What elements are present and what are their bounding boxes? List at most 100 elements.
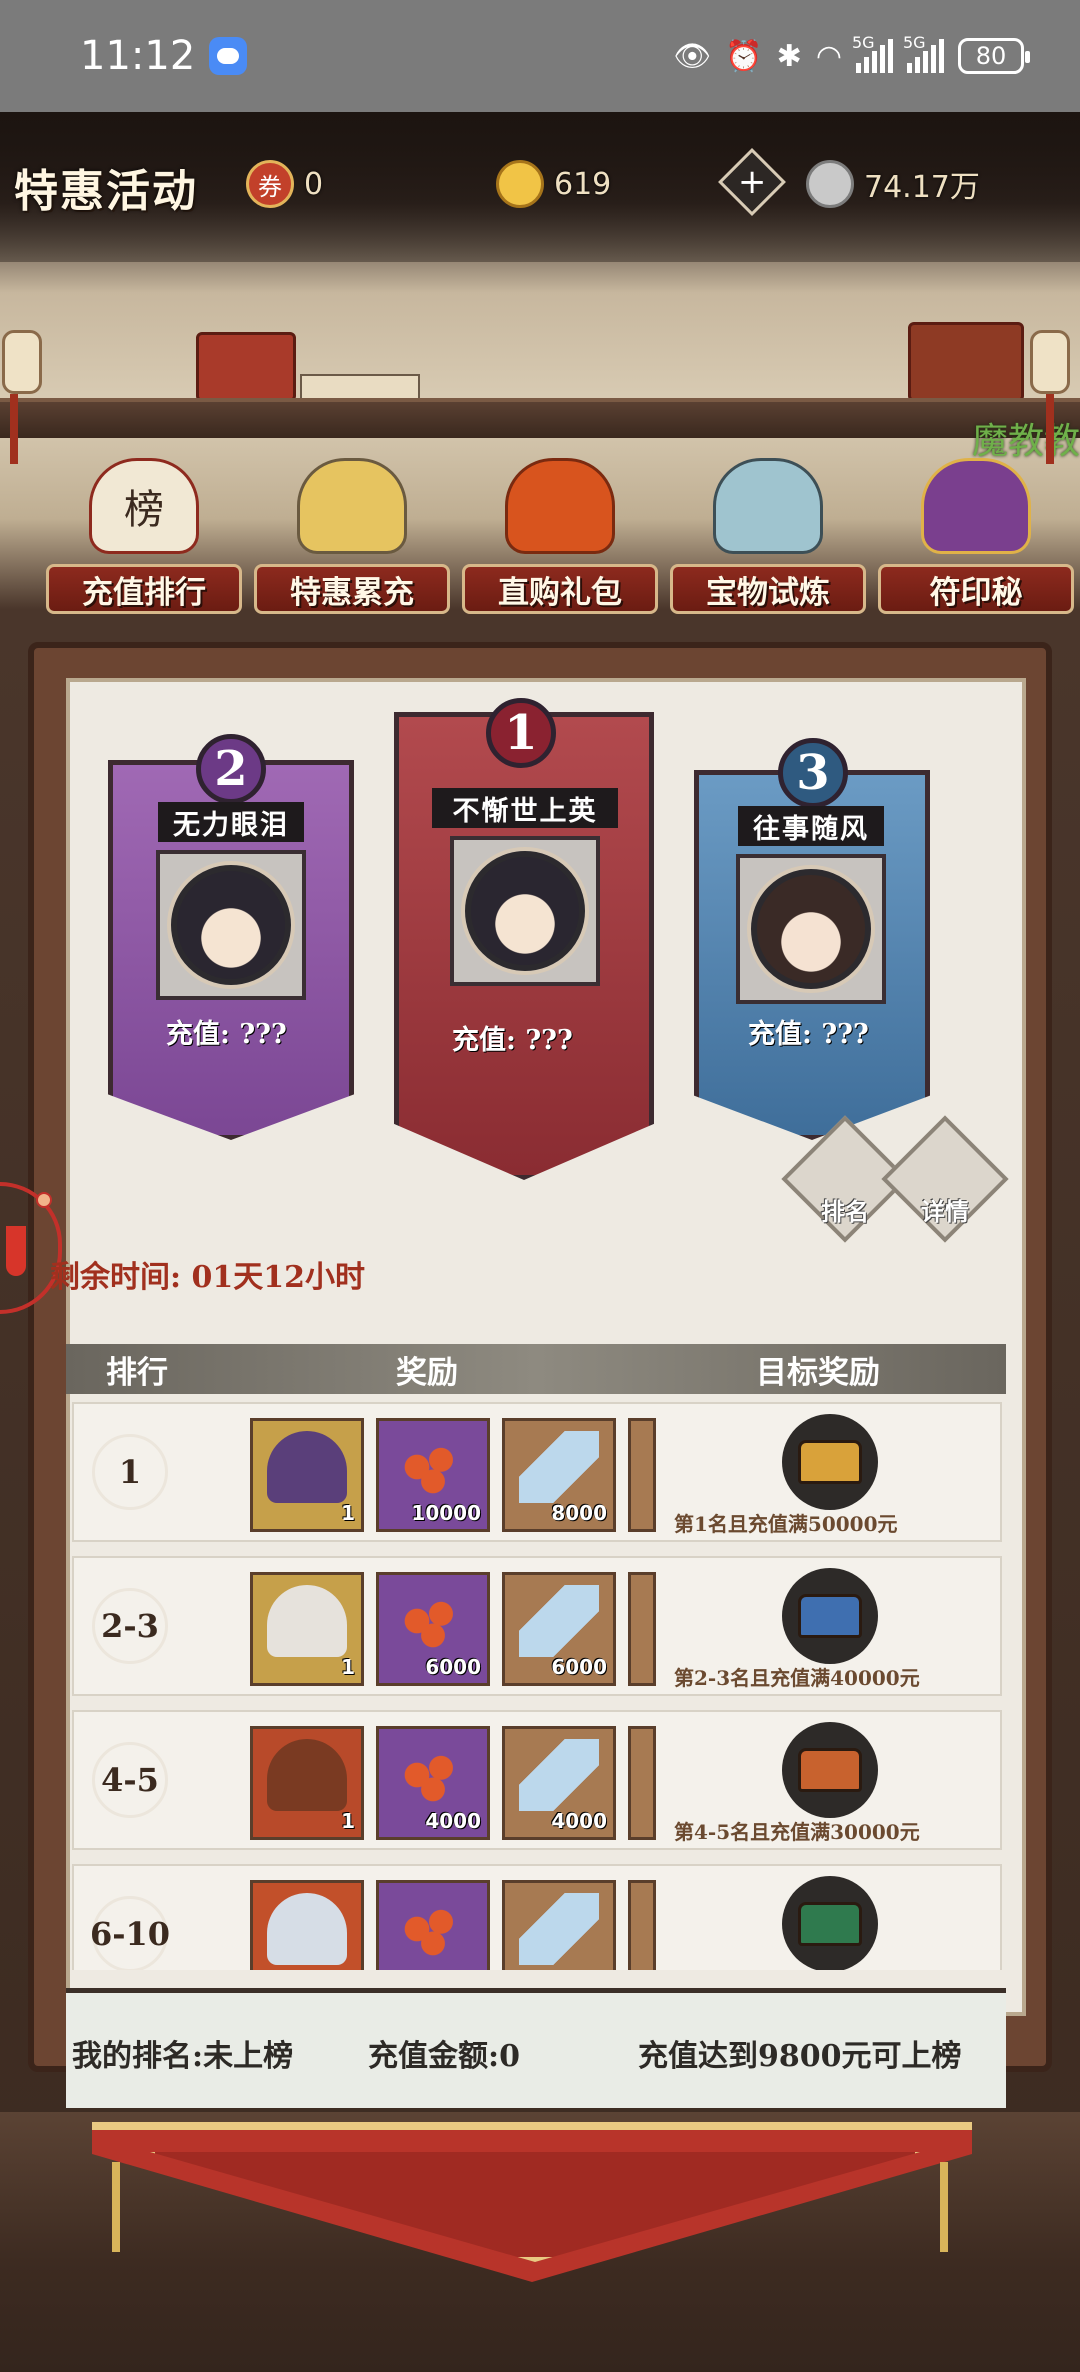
lantern-right (1030, 330, 1070, 394)
seal-icon (921, 458, 1031, 554)
rank-3-badge: 3 (778, 738, 848, 808)
header-reward: 奖励 (396, 1354, 458, 1391)
gold-tassel-right (940, 2162, 948, 2252)
gold-tassel-left (112, 2162, 120, 2252)
table-row: 1 1 10000 8000 第1名且充值满50000元 (72, 1402, 1002, 1542)
eye-icon: 👁 (673, 38, 712, 74)
plus-icon: + (737, 162, 767, 202)
crystal-item[interactable] (502, 1880, 616, 1970)
tab-label: 特惠累充 (254, 564, 450, 614)
page-title: 特惠活动 (14, 166, 198, 217)
goal-chest-icon[interactable] (782, 1414, 878, 1510)
podium-name-rank-2: 无力眼泪 (158, 802, 304, 842)
podium-name-rank-3: 往事随风 (738, 806, 884, 846)
wooden-chest-decoration (908, 322, 1024, 402)
resource-gold: 619 (496, 157, 611, 211)
tab-discount-recharge[interactable]: 特惠累充 (248, 452, 456, 622)
avatar-rank-2 (171, 865, 291, 985)
reward-item-partial[interactable] (628, 1880, 656, 1970)
table-row: 2-3 1 6000 6000 第2-3名且充值满40000元 (72, 1556, 1002, 1696)
tab-label: 直购礼包 (462, 564, 658, 614)
avatar-rank-1 (465, 851, 585, 971)
row-rank: 1 (92, 1434, 168, 1510)
avatar-rank-3 (751, 869, 871, 989)
ranking-button-label: 排名 (821, 1197, 869, 1226)
table-row: 6-10 (72, 1864, 1002, 1970)
resource-gold-value: 619 (554, 166, 612, 202)
tab-treasure-trial[interactable]: 宝物试炼 (664, 452, 872, 622)
reward-item-partial[interactable] (628, 1726, 656, 1840)
goal-text: 第1名且充值满50000元 (674, 1512, 898, 1536)
mirror-icon (713, 458, 823, 554)
ranking-scroll-icon: 榜 (89, 458, 199, 554)
tab-seal-secret[interactable]: 符印秘 (872, 452, 1080, 622)
row-rank: 2-3 (92, 1588, 168, 1664)
goal-chest-icon[interactable] (782, 1876, 878, 1970)
rank-1-badge: 1 (486, 698, 556, 768)
scroll-icon: 券 (246, 160, 294, 208)
tab-recharge-ranking[interactable]: 榜 充值排行 (40, 452, 248, 622)
resource-silver-value: 74.17万 (864, 170, 980, 205)
podium-recharge-rank-3: 充值: ??? (748, 1019, 869, 1050)
goal-text: 第4-5名且充值满30000元 (674, 1820, 920, 1844)
battery-icon: 80 (958, 38, 1030, 74)
fire-orb-item[interactable]: 10000 (376, 1418, 490, 1532)
tab-direct-gift[interactable]: 直购礼包 (456, 452, 664, 622)
rank-2-badge: 2 (196, 734, 266, 804)
status-bar: 11:12 👁 ⏰ ✱ ◠ 5G 5G 80 (0, 0, 1080, 112)
status-icons: 👁 ⏰ ✱ ◠ 5G 5G 80 (673, 33, 1030, 74)
reward-list[interactable]: 1 1 10000 8000 第1名且充值满50000元 2-3 1 6000 … (72, 1402, 1002, 1970)
table-row: 4-5 1 4000 4000 第4-5名且充值满30000元 (72, 1710, 1002, 1850)
row-rank: 4-5 (92, 1742, 168, 1818)
signal-icon-2: 5G (903, 33, 944, 73)
tab-label: 充值排行 (46, 564, 242, 614)
signal-icon-1: 5G (852, 33, 893, 73)
resource-silver: 74.17万 (806, 157, 980, 211)
gold-ingot-icon (496, 160, 544, 208)
row-rank: 6-10 (90, 1896, 170, 1970)
red-box-decoration (196, 332, 296, 402)
hero-card-item[interactable]: 1 (250, 1726, 364, 1840)
shelf (0, 398, 1080, 438)
message-app-icon (209, 37, 248, 75)
lantern-left (2, 330, 42, 394)
bluetooth-icon: ✱ (776, 38, 802, 74)
gift-bag-icon (505, 458, 615, 554)
reward-item-partial[interactable] (628, 1572, 656, 1686)
hero-card-item[interactable]: 1 (250, 1572, 364, 1686)
my-ranking-bar: 我的排名:未上榜 充值金额:0 充值达到9800元可上榜 (66, 1988, 1006, 2108)
details-button-label: 详情 (921, 1197, 969, 1226)
crystal-item[interactable]: 4000 (502, 1726, 616, 1840)
remaining-time: 剩余时间: 01天12小时 (50, 1260, 366, 1295)
lantern-tassel-left (10, 394, 18, 464)
treasure-chest-icon (297, 458, 407, 554)
fire-orb-item[interactable]: 6000 (376, 1572, 490, 1686)
alarm-icon: ⏰ (725, 38, 763, 74)
header-rank: 排行 (106, 1354, 168, 1391)
crystal-item[interactable]: 8000 (502, 1418, 616, 1532)
header-goal-reward: 目标奖励 (756, 1354, 880, 1391)
podium-name-rank-1: 不惭世上英 (432, 788, 618, 828)
goal-chest-icon[interactable] (782, 1722, 878, 1818)
my-recharge-amount: 充值金额:0 (368, 2039, 520, 2074)
resource-scroll: 券 0 (246, 157, 323, 211)
crystal-item[interactable]: 6000 (502, 1572, 616, 1686)
goal-text: 第2-3名且充值满40000元 (674, 1666, 920, 1690)
resource-scroll-value: 0 (304, 166, 324, 202)
table-header: 排行 奖励 目标奖励 (66, 1344, 1006, 1394)
rank-threshold-hint: 充值达到9800元可上榜 (638, 2039, 962, 2074)
hero-card-item[interactable]: 1 (250, 1418, 364, 1532)
fire-orb-item[interactable]: 4000 (376, 1726, 490, 1840)
tab-label: 宝物试炼 (670, 564, 866, 614)
podium-recharge-rank-2: 充值: ??? (166, 1019, 287, 1050)
wifi-icon: ◠ (815, 38, 842, 74)
my-rank: 我的排名:未上榜 (72, 2039, 294, 2074)
goal-chest-icon[interactable] (782, 1568, 878, 1664)
reward-item-partial[interactable] (628, 1418, 656, 1532)
fire-orb-item[interactable] (376, 1880, 490, 1970)
game-scene: 特惠活动 券 0 619 + 74.17万 魔教教 榜 充值排行 特惠累充 直购… (0, 112, 1080, 2372)
clock: 11:12 (80, 33, 196, 79)
podium-recharge-rank-1: 充值: ??? (452, 1025, 573, 1056)
activity-tabs: 榜 充值排行 特惠累充 直购礼包 宝物试炼 符印秘 (40, 452, 1080, 622)
hero-card-item[interactable] (250, 1880, 364, 1970)
